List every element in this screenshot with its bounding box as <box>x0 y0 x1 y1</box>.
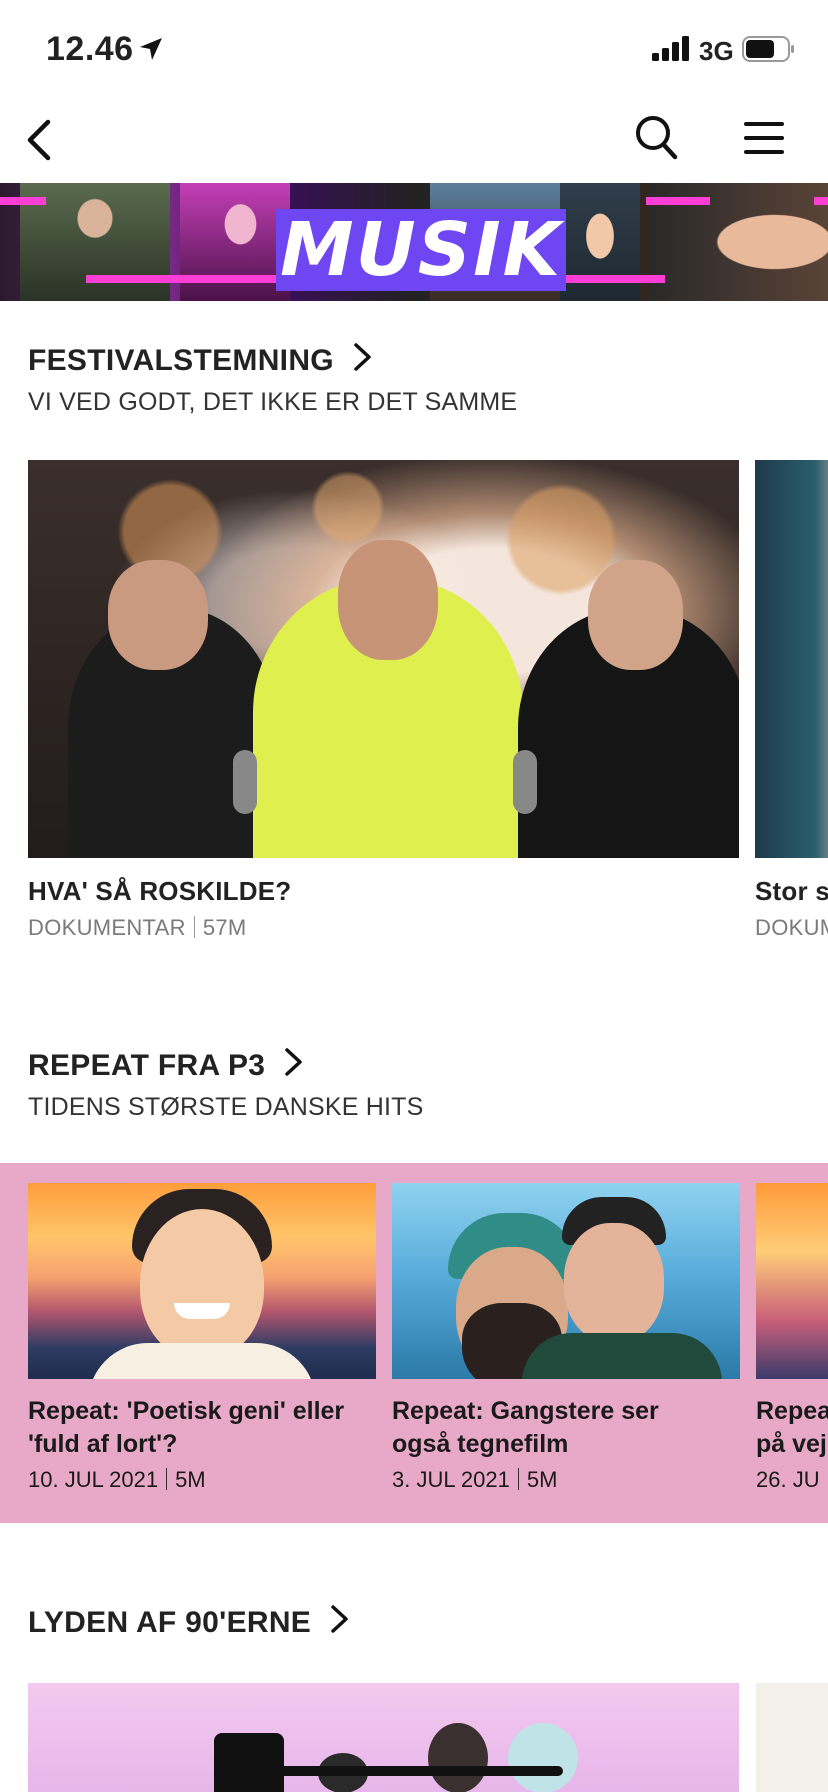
banner-photo <box>180 183 290 301</box>
episode-meta: 3. JUL 2021 5M <box>392 1467 740 1493</box>
section-subtitle: TIDENS STØRSTE DANSKE HITS <box>28 1093 424 1121</box>
episode-card-poetisk-geni[interactable]: Repeat: 'Poetisk geni' eller 'fuld af lo… <box>28 1183 376 1493</box>
thumb-person-face <box>108 560 208 670</box>
top-nav <box>0 100 828 180</box>
section-title[interactable]: LYDEN AF 90'ERNE <box>28 1606 311 1640</box>
festival-carousel[interactable]: HVA' SÅ ROSKILDE? DOKUMENTAR 57M Stor s D… <box>28 460 828 950</box>
signal-bars-icon <box>652 36 689 61</box>
episode-card-partial[interactable]: Repea på vej 26. JU <box>756 1183 828 1493</box>
search-icon[interactable] <box>634 114 678 162</box>
home-indicator[interactable] <box>263 1766 563 1776</box>
microphone <box>513 750 537 814</box>
microphone <box>233 750 257 814</box>
status-bar: 12.46 3G <box>0 0 828 100</box>
illustration-hair <box>508 1723 578 1792</box>
episode-thumbnail <box>392 1183 740 1379</box>
battery-icon <box>742 36 794 62</box>
video-title: HVA' SÅ ROSKILDE? <box>28 876 292 906</box>
video-title: Stor s <box>755 876 828 906</box>
status-time: 12.46 <box>46 30 134 68</box>
episode-date: 26. JU <box>756 1467 820 1492</box>
illustration-face <box>140 1209 264 1359</box>
episode-title-line: Repea <box>756 1397 828 1425</box>
chevron-right-icon[interactable] <box>352 342 374 372</box>
thumb-person-face <box>588 560 683 670</box>
video-thumbnail <box>755 460 828 858</box>
section-title[interactable]: REPEAT FRA P3 <box>28 1049 265 1083</box>
meta-separator <box>166 1468 168 1490</box>
location-arrow-icon <box>140 38 162 60</box>
meta-separator <box>193 916 195 938</box>
episode-duration: 5M <box>526 1467 558 1492</box>
repeat-carousel[interactable]: Repeat: 'Poetisk geni' eller 'fuld af lo… <box>0 1163 828 1523</box>
episode-title-line: Repeat: 'Poetisk geni' eller <box>28 1397 345 1425</box>
thumb-person-face <box>338 540 438 660</box>
episode-date: 10. JUL 2021 <box>28 1467 159 1492</box>
video-thumbnail <box>28 460 739 858</box>
banner-stripe <box>646 197 710 205</box>
episode-title: Repeat: Gangstere ser også tegnefilm <box>392 1395 740 1461</box>
episode-duration: 5M <box>175 1467 206 1492</box>
video-category: DOKUMENTAR <box>28 915 186 940</box>
chevron-right-icon[interactable] <box>329 1604 351 1634</box>
video-duration: 57M <box>202 915 247 940</box>
illustration-collar <box>88 1343 316 1379</box>
illustration-hat <box>214 1733 284 1792</box>
episode-thumbnail <box>28 1183 376 1379</box>
illustration-jacket <box>522 1333 722 1379</box>
banner-logo-text: MUSIK <box>280 207 562 293</box>
back-chevron-icon[interactable] <box>24 118 52 162</box>
hamburger-menu-icon[interactable] <box>742 120 786 156</box>
episode-thumbnail <box>756 1183 828 1379</box>
video-thumbnail-partial[interactable] <box>756 1683 828 1792</box>
section-subtitle: VI VED GODT, DET IKKE ER DET SAMME <box>28 388 518 416</box>
musik-banner[interactable]: MUSIK <box>0 183 828 301</box>
chevron-right-icon[interactable] <box>283 1047 305 1077</box>
episode-title-line: på vej <box>756 1430 827 1458</box>
illustration-smile <box>174 1303 230 1319</box>
episode-meta: 10. JUL 2021 5M <box>28 1467 376 1493</box>
episode-card-gangstere[interactable]: Repeat: Gangstere ser også tegnefilm 3. … <box>392 1183 740 1493</box>
banner-stripe <box>814 197 828 205</box>
banner-stripe <box>86 275 296 283</box>
episode-title-line: Repeat: Gangstere ser <box>392 1397 659 1425</box>
video-card-hva-saa-roskilde[interactable]: HVA' SÅ ROSKILDE? DOKUMENTAR 57M <box>28 460 739 941</box>
meta-separator <box>517 1468 519 1490</box>
network-type: 3G <box>699 36 734 66</box>
video-category: DOKUM <box>755 915 828 940</box>
episode-title-line: også tegnefilm <box>392 1430 569 1458</box>
section-header-repeat-fra-p3: REPEAT FRA P3 TIDENS STØRSTE DANSKE HITS <box>28 1047 424 1122</box>
episode-title: Repea på vej <box>756 1395 828 1461</box>
video-card-partial[interactable]: Stor s DOKUM <box>755 460 828 941</box>
section-title[interactable]: FESTIVALSTEMNING <box>28 344 334 378</box>
banner-logo: MUSIK <box>276 209 566 291</box>
episode-title-line: 'fuld af lort'? <box>28 1430 178 1458</box>
banner-stripe <box>0 197 46 205</box>
video-meta: DOKUMENTAR 57M <box>28 915 739 941</box>
episode-date: 3. JUL 2021 <box>392 1467 510 1492</box>
section-header-festivalstemning: FESTIVALSTEMNING VI VED GODT, DET IKKE E… <box>28 342 517 417</box>
illustration-face <box>564 1223 664 1343</box>
banner-photo <box>560 183 640 301</box>
illustration-head <box>428 1723 488 1792</box>
section-header-lyden-af-90erne: LYDEN AF 90'ERNE <box>28 1604 351 1640</box>
episode-title: Repeat: 'Poetisk geni' eller 'fuld af lo… <box>28 1395 376 1461</box>
